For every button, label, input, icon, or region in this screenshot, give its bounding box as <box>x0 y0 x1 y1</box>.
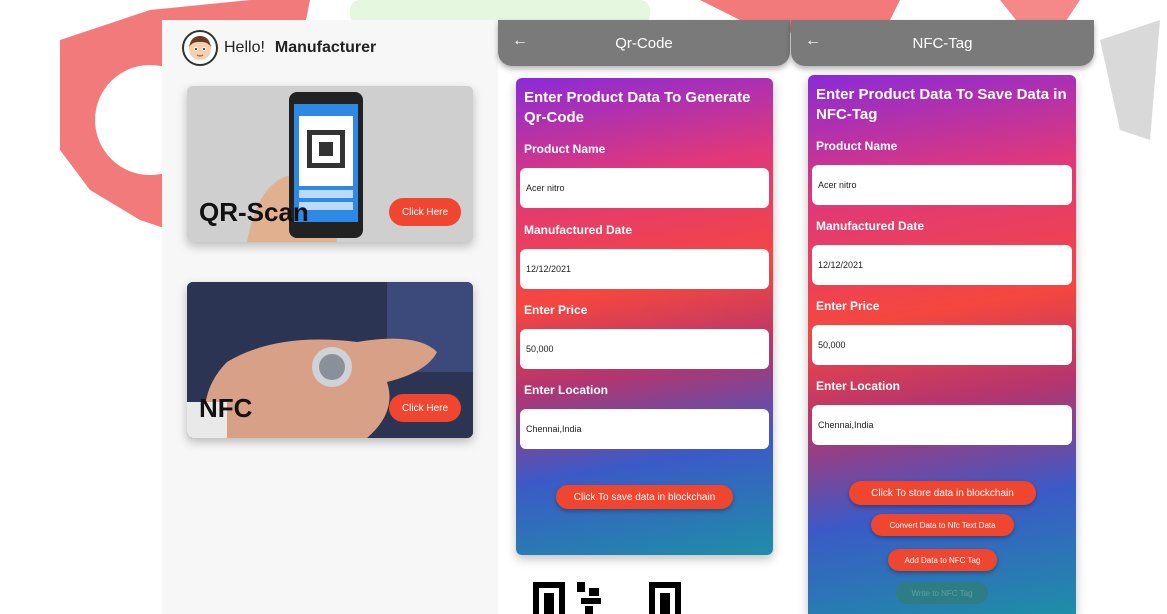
nfc-app-bar: ← NFC-Tag <box>791 20 1094 66</box>
home-screen: Hello! Manufacturer QR-Scan Click Here N… <box>162 20 498 614</box>
qr-app-bar: ← Qr-Code <box>498 20 790 66</box>
nfc-form-card: Enter Product Data To Save Data in NFC-T… <box>808 75 1076 614</box>
nfc-button[interactable]: Click Here <box>389 394 461 422</box>
nfc-location-input[interactable]: Chennai,India <box>812 405 1072 445</box>
qr-product-name-input[interactable]: Acer nitro <box>520 168 769 208</box>
nfc-screen-title: NFC-Tag <box>912 34 973 52</box>
nfc-add-tag-button[interactable]: Add Data to NFC Tag <box>888 549 997 571</box>
greeting-row: Hello! Manufacturer <box>182 30 376 66</box>
qr-scan-card[interactable]: QR-Scan Click Here <box>187 86 473 242</box>
nfc-label-price: Enter Price <box>816 299 880 313</box>
arrow-left-icon[interactable]: ← <box>805 32 821 50</box>
qr-form-card: Enter Product Data To Generate Qr-Code P… <box>516 78 773 555</box>
nfc-store-blockchain-button[interactable]: Click To store data in blockchain <box>849 481 1036 505</box>
nfc-form-heading: Enter Product Data To Save Data in NFC-T… <box>816 86 1067 123</box>
nfc-product-name-input[interactable]: Acer nitro <box>812 165 1072 205</box>
qr-location-input[interactable]: Chennai,India <box>520 409 769 449</box>
screenshot-stage: Hello! Manufacturer QR-Scan Click Here N… <box>0 0 1167 614</box>
qr-save-blockchain-button[interactable]: Click To save data in blockchain <box>556 485 733 509</box>
qr-screen-title: Qr-Code <box>615 34 673 52</box>
qr-label-product-name: Product Name <box>524 142 606 156</box>
qr-form-heading: Enter Product Data To Generate Qr-Code <box>524 89 751 126</box>
nfc-label-manufactured-date: Manufactured Date <box>816 219 925 233</box>
nfc-write-tag-button[interactable]: Write to NFC Tag <box>896 582 988 604</box>
greeting-text: Hello! <box>224 39 265 56</box>
nfc-label-product-name: Product Name <box>816 139 898 153</box>
arrow-left-icon[interactable]: ← <box>512 32 528 50</box>
nfc-card[interactable]: NFC Click Here <box>187 282 473 438</box>
nfc-convert-button[interactable]: Convert Data to Nfc Text Data <box>871 514 1014 536</box>
qr-label-price: Enter Price <box>524 303 588 317</box>
nfc-manufactured-date-input[interactable]: 12/12/2021 <box>812 245 1072 285</box>
qr-scan-button[interactable]: Click Here <box>389 198 461 226</box>
avatar-face-icon <box>182 30 218 66</box>
nfc-label-location: Enter Location <box>816 379 901 393</box>
qr-label-location: Enter Location <box>524 383 609 397</box>
nfc-title: NFC <box>199 393 253 423</box>
user-name: Manufacturer <box>274 39 377 56</box>
qr-scan-title: QR-Scan <box>199 197 309 227</box>
qr-price-input[interactable]: 50,000 <box>520 329 769 369</box>
qr-manufactured-date-input[interactable]: 12/12/2021 <box>520 249 769 289</box>
generated-qr-code <box>527 574 687 614</box>
qr-label-manufactured-date: Manufactured Date <box>524 223 633 237</box>
nfc-price-input[interactable]: 50,000 <box>812 325 1072 365</box>
